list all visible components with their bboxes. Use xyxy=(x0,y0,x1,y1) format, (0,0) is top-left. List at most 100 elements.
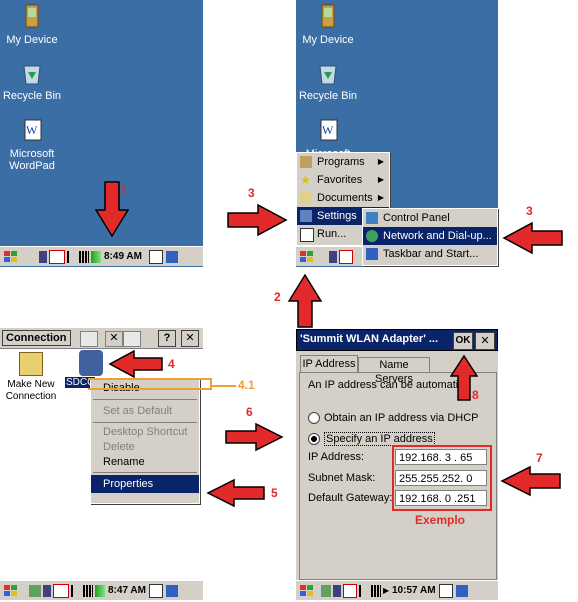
tab-name-servers[interactable]: Name Servers xyxy=(358,357,430,385)
radio-specify[interactable]: Specify an IP address xyxy=(308,432,435,446)
radio-checked xyxy=(308,433,320,445)
ok-button[interactable]: OK xyxy=(453,332,473,350)
left-arrow-step4 xyxy=(108,350,163,378)
left-arrow-step7 xyxy=(500,465,561,497)
system-tray xyxy=(39,249,101,264)
menu-item-programs[interactable]: Programs ▶ xyxy=(297,153,389,171)
desktop-switch-icon[interactable] xyxy=(165,584,178,597)
menu-item-properties[interactable]: Properties xyxy=(91,475,199,493)
clock: 8:47 AM xyxy=(108,585,146,596)
properties-icon[interactable] xyxy=(123,331,141,347)
desktop-switch-icon[interactable] xyxy=(165,250,178,263)
example-highlight-box xyxy=(392,445,492,511)
signal-icon xyxy=(95,584,105,597)
left-arrow-step5 xyxy=(206,478,265,508)
gateway-label: Default Gateway: xyxy=(308,492,393,504)
recycle-bin-icon xyxy=(19,60,45,86)
antenna-icon xyxy=(67,250,77,263)
control-panel-icon xyxy=(366,212,378,224)
menu-item-taskbar[interactable]: Taskbar and Start... xyxy=(363,245,497,263)
menu-separator xyxy=(93,472,197,473)
disable-highlight-line xyxy=(88,378,212,390)
view-toggle-icon[interactable] xyxy=(80,331,98,347)
pda-icon xyxy=(315,4,341,30)
start-windows-icon[interactable] xyxy=(2,583,20,599)
recycle-bin-icon xyxy=(315,60,341,86)
up-arrow-step2 xyxy=(288,273,322,328)
step-7-label: 7 xyxy=(536,451,543,465)
menu-item-delete: Delete xyxy=(103,441,135,453)
svg-text:W: W xyxy=(322,123,334,137)
tray-arrow-icon[interactable]: ▶ xyxy=(383,585,389,597)
clock: 10:57 AM xyxy=(392,585,436,596)
desktop-screen-2: My Device Recycle Bin W Microsoft Progra… xyxy=(296,0,498,267)
taskbar-icon xyxy=(366,248,378,260)
recycle-bin-label: Recycle Bin xyxy=(2,90,62,102)
settings-submenu: Control Panel Network and Dial-up... Tas… xyxy=(362,208,498,266)
desktop-switch-icon[interactable] xyxy=(455,584,468,597)
start-windows-icon[interactable] xyxy=(298,583,316,599)
menu-item-network[interactable]: Network and Dial-up... xyxy=(363,227,497,245)
signal-icon xyxy=(91,250,101,263)
step-4-1-label: 4.1 xyxy=(238,378,255,392)
right-arrow-step6 xyxy=(225,422,284,452)
close-button[interactable]: ✕ xyxy=(181,330,199,347)
menu-separator xyxy=(93,422,197,423)
recycle-bin-shortcut[interactable]: Recycle Bin xyxy=(0,60,67,102)
vnc-icon xyxy=(343,583,357,598)
vnc-icon xyxy=(339,249,353,264)
menu-item-rename[interactable]: Rename xyxy=(91,455,199,470)
taskbar-2 xyxy=(296,246,362,266)
speaker-icon xyxy=(39,250,47,263)
keyboard-icon[interactable] xyxy=(148,249,163,264)
recycle-bin-shortcut[interactable]: Recycle Bin xyxy=(293,60,363,102)
antenna-icon xyxy=(359,584,369,597)
programs-icon xyxy=(300,156,312,168)
taskbar-4: ▶ 10:57 AM xyxy=(296,580,498,600)
keyboard-icon[interactable] xyxy=(438,583,453,598)
keyboard-icon[interactable] xyxy=(148,583,163,598)
wordpad-icon: W xyxy=(19,118,45,144)
disable-callout-line xyxy=(210,385,236,387)
vnc-icon xyxy=(53,583,69,598)
start-windows-icon[interactable] xyxy=(2,249,20,265)
desktop-screen-1: My Device Recycle Bin W Microsoft WordPa… xyxy=(0,0,203,267)
connection-task-icon[interactable] xyxy=(29,584,41,597)
antenna-icon xyxy=(71,584,81,597)
my-device-shortcut[interactable]: My Device xyxy=(0,4,67,46)
left-arrow-step3 xyxy=(502,221,563,255)
tab-ip-address[interactable]: IP Address xyxy=(300,355,358,373)
help-button[interactable]: ? xyxy=(158,330,176,347)
step-4-label: 4 xyxy=(168,357,175,371)
network-connection-icon xyxy=(79,350,103,376)
speaker-icon xyxy=(329,250,337,263)
start-windows-icon[interactable] xyxy=(298,249,316,265)
menu-item-documents[interactable]: Documents ▶ xyxy=(297,189,389,207)
step-2-label: 2 xyxy=(274,290,281,304)
step-3-right-label: 3 xyxy=(526,204,533,218)
connection-task-icon[interactable] xyxy=(321,584,331,597)
menu-separator xyxy=(93,399,197,400)
radio-dhcp[interactable]: Obtain an IP address via DHCP xyxy=(308,412,478,424)
wordpad-shortcut[interactable]: W Microsoft WordPad xyxy=(0,118,67,172)
my-device-shortcut[interactable]: My Device xyxy=(293,4,363,46)
step-5-label: 5 xyxy=(271,486,278,500)
recycle-bin-label: Recycle Bin xyxy=(298,90,358,102)
make-new-connection[interactable]: Make New Connection xyxy=(0,350,62,402)
documents-icon xyxy=(300,192,312,204)
close-button[interactable]: ✕ xyxy=(475,332,495,350)
wordpad-label: Microsoft WordPad xyxy=(9,148,55,172)
connection-titlebar: Connection ✕ ? ✕ xyxy=(0,328,203,349)
favorites-icon: ★ xyxy=(300,173,311,187)
system-tray: ▶ xyxy=(321,583,389,598)
menu-item-control-panel[interactable]: Control Panel xyxy=(363,209,497,227)
run-icon xyxy=(300,228,314,242)
taskbar-1: 8:49 AM xyxy=(0,246,203,266)
step-8-label: 8 xyxy=(472,388,479,402)
delete-icon[interactable]: ✕ xyxy=(105,331,123,347)
my-device-label: My Device xyxy=(6,34,58,46)
connection-context-menu: Disable Set as Default Desktop Shortcut … xyxy=(90,378,200,504)
battery-icon xyxy=(79,250,89,263)
menu-item-favorites[interactable]: ★ Favorites ▶ xyxy=(297,171,389,189)
step-6-label: 6 xyxy=(246,405,253,419)
